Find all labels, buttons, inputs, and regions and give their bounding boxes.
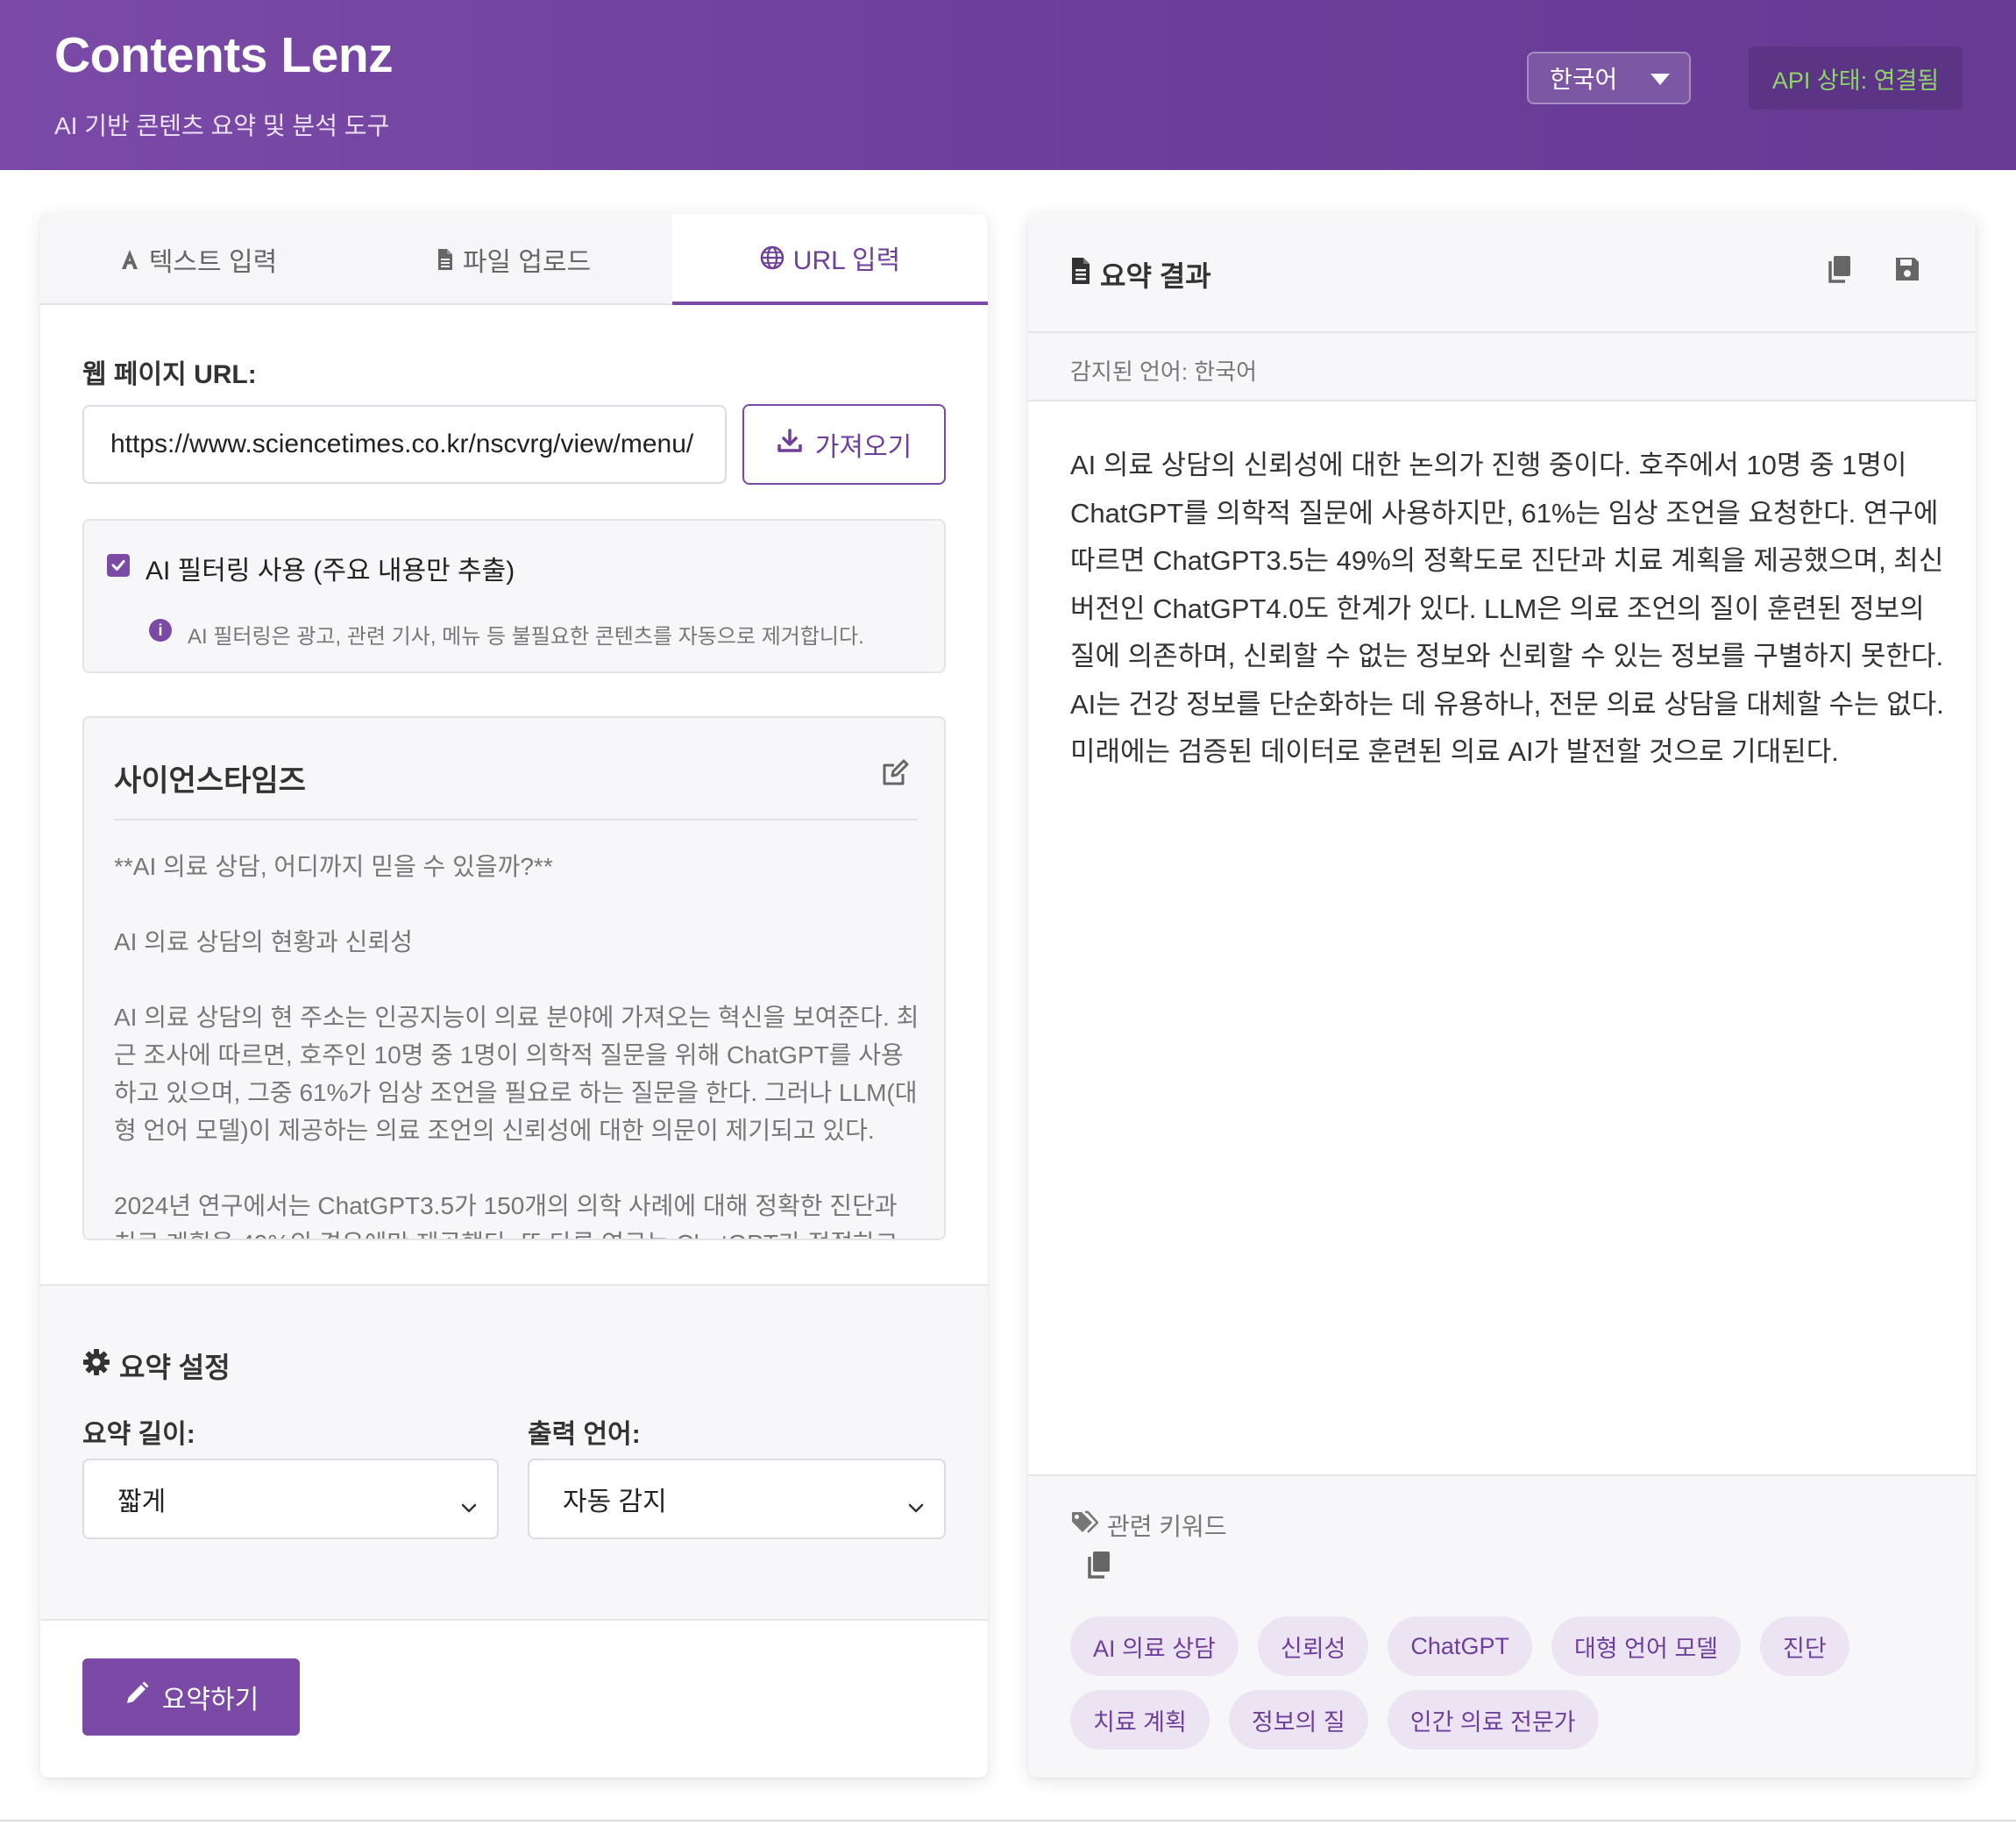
save-icon[interactable] [1894,256,1920,287]
detected-language-bar: 감지된 언어: 한국어 [1028,333,1976,401]
pencil-icon [124,1680,150,1714]
result-title: 요약 결과 [1070,254,1211,295]
font-icon [119,248,140,271]
summarize-button-label: 요약하기 [161,1686,259,1715]
summary-length-value: 짧게 [117,1488,167,1516]
copy-keywords-icon[interactable] [1084,1550,1112,1584]
tab-url-input[interactable]: URL 입력 [672,214,988,305]
tab-text-input[interactable]: 텍스트 입력 [40,214,356,305]
output-language-select[interactable]: 자동 감지 [528,1459,946,1539]
fetch-button-label: 가져오기 [814,433,912,462]
summary-settings: 요약 설정 요약 길이: 출력 언어: 짧게 자동 감지 [40,1284,988,1621]
summarize-button[interactable]: 요약하기 [82,1658,300,1736]
keyword-tag[interactable]: 대형 언어 모델 [1551,1616,1741,1676]
keywords-title-label: 관련 키워드 [1107,1513,1227,1540]
download-icon [777,428,803,461]
keyword-tag[interactable]: 인간 의료 전문가 [1387,1690,1599,1750]
keyword-tag[interactable]: 치료 계획 [1070,1690,1210,1750]
language-select[interactable]: 한국어 [1527,52,1691,104]
keywords-section: 관련 키워드 AI 의료 상담 신뢰성 ChatGPT 대형 언어 모델 진단 … [1028,1474,1976,1778]
ai-filter-hint: AI 필터링은 광고, 관련 기사, 메뉴 등 불필요한 콘텐츠를 자동으로 제… [188,625,864,649]
length-label: 요약 길이: [82,1420,195,1449]
result-header: 요약 결과 [1028,214,1976,333]
app-header: Contents Lenz AI 기반 콘텐츠 요약 및 분석 도구 한국어 A… [0,0,2016,170]
keywords-title: 관련 키워드 [1070,1508,1227,1543]
summary-text: AI 의료 상담의 신뢰성에 대한 논의가 진행 중이다. 호주에서 10명 중… [1070,450,1944,767]
gear-icon [82,1348,110,1383]
edit-icon[interactable] [880,758,910,792]
input-panel: 텍스트 입력 파일 업로드 URL 입력 웹 페이지 URL: 가져오기 AI … [40,214,988,1778]
info-icon: i [149,619,172,642]
keyword-tag[interactable]: 진단 [1760,1616,1849,1676]
ai-filter-checkbox[interactable] [107,554,130,577]
api-status-badge: API 상태: 연결됨 [1749,46,1963,110]
page-bottom-divider [0,1820,2016,1821]
copy-icon[interactable] [1825,254,1853,288]
output-language-label: 출력 언어: [528,1420,641,1449]
tab-label: URL 입력 [792,246,901,275]
detected-language: 감지된 언어: 한국어 [1070,359,1258,385]
keyword-tag[interactable]: AI 의료 상담 [1070,1616,1239,1676]
settings-title: 요약 설정 [82,1346,231,1386]
chevron-down-icon [907,1492,925,1522]
url-field-label: 웹 페이지 URL: [82,360,257,389]
app-subtitle: AI 기반 콘텐츠 요약 및 분석 도구 [54,112,390,139]
globe-icon [760,245,784,270]
keyword-tag[interactable]: 신뢰성 [1257,1616,1369,1676]
app-title: Contents Lenz [54,27,394,83]
chevron-down-icon [460,1492,478,1522]
keyword-tag[interactable]: ChatGPT [1388,1616,1532,1676]
language-select-value: 한국어 [1550,66,1618,93]
preview-paragraph: AI 의료 상담의 현 주소는 인공지능이 의료 분야에 가져오는 혁신을 보여… [114,1004,919,1144]
keyword-list: AI 의료 상담 신뢰성 ChatGPT 대형 언어 모델 진단 치료 계획 정… [1070,1616,1938,1750]
content-preview: 사이언스타임즈 **AI 의료 상담, 어디까지 믿을 수 있을까?** AI … [82,716,946,1240]
tags-icon [1070,1510,1099,1541]
preview-text: **AI 의료 상담, 어디까지 믿을 수 있을까?** AI 의료 상담의 현… [114,848,920,1239]
input-tabs: 텍스트 입력 파일 업로드 URL 입력 [40,214,988,305]
preview-paragraph: 2024년 연구에서는 ChatGPT3.5가 150개의 의학 사례에 대해 … [114,1192,898,1239]
keyword-tag[interactable]: 정보의 질 [1228,1690,1368,1750]
result-panel: 요약 결과 감지된 언어: 한국어 AI 의료 상담의 신뢰성에 대한 논의가 … [1028,214,1976,1778]
summary-length-select[interactable]: 짧게 [82,1459,499,1539]
output-language-value: 자동 감지 [563,1488,667,1516]
result-title-label: 요약 결과 [1100,260,1211,292]
preview-paragraph: **AI 의료 상담, 어디까지 믿을 수 있을까?** [114,853,553,880]
tab-file-upload[interactable]: 파일 업로드 [356,214,671,305]
tab-label: 파일 업로드 [462,248,592,277]
tab-label: 텍스트 입력 [148,248,278,277]
caret-down-icon [1650,74,1670,85]
settings-title-label: 요약 설정 [119,1352,231,1383]
url-input[interactable] [82,405,727,484]
ai-filter-box: AI 필터링 사용 (주요 내용만 추출) i AI 필터링은 광고, 관련 기… [82,519,946,673]
ai-filter-label[interactable]: AI 필터링 사용 (주요 내용만 추출) [146,549,515,587]
fetch-button[interactable]: 가져오기 [742,404,946,485]
file-icon [437,248,454,271]
preview-divider [114,819,918,820]
preview-paragraph: AI 의료 상담의 현황과 신뢰성 [114,928,413,955]
file-icon [1070,257,1091,292]
preview-source-title: 사이언스타임즈 [114,764,306,798]
